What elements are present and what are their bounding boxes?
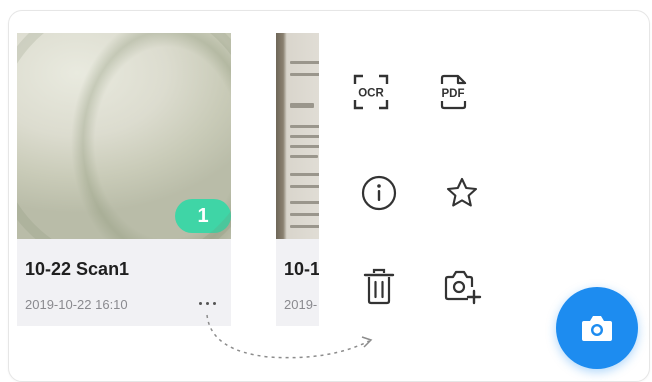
scan-card[interactable]: 1 10-22 Scan1 2019-10-22 16:10 (17, 33, 231, 326)
pdf-button[interactable]: PDF (431, 70, 475, 114)
info-icon (361, 175, 397, 211)
scan-thumbnail[interactable]: 1 (17, 33, 231, 239)
app-frame: 1 10-22 Scan1 2019-10-22 16:10 10-1 2019… (8, 10, 650, 382)
ocr-button[interactable]: OCR (349, 70, 393, 114)
doc-line (290, 103, 314, 108)
doc-line (290, 135, 322, 138)
doc-line (290, 225, 320, 228)
dashed-arrow-icon (206, 314, 373, 359)
ocr-label: OCR (358, 88, 384, 100)
info-button[interactable] (357, 171, 401, 215)
scan-date: 2019-10-22 16:10 (25, 297, 128, 312)
ocr-icon: OCR (353, 74, 389, 110)
doc-line (290, 185, 320, 188)
star-icon (446, 177, 478, 207)
scan-title: 10-1 (284, 259, 321, 279)
camera-button[interactable] (556, 287, 638, 369)
trash-icon (363, 268, 395, 305)
page-count-badge: 1 (175, 199, 231, 233)
scan-date: 2019- (284, 297, 318, 312)
add-photo-icon (444, 270, 482, 305)
add-photo-button[interactable] (440, 265, 484, 309)
scan-title: 10-22 Scan1 (25, 259, 130, 279)
doc-line (290, 61, 320, 64)
favorite-button[interactable] (440, 171, 484, 215)
doc-line (290, 155, 318, 158)
delete-button[interactable] (357, 265, 401, 309)
pdf-icon: PDF (440, 74, 467, 110)
camera-icon (582, 316, 612, 341)
pdf-label: PDF (442, 88, 465, 100)
more-icon[interactable] (193, 293, 221, 313)
